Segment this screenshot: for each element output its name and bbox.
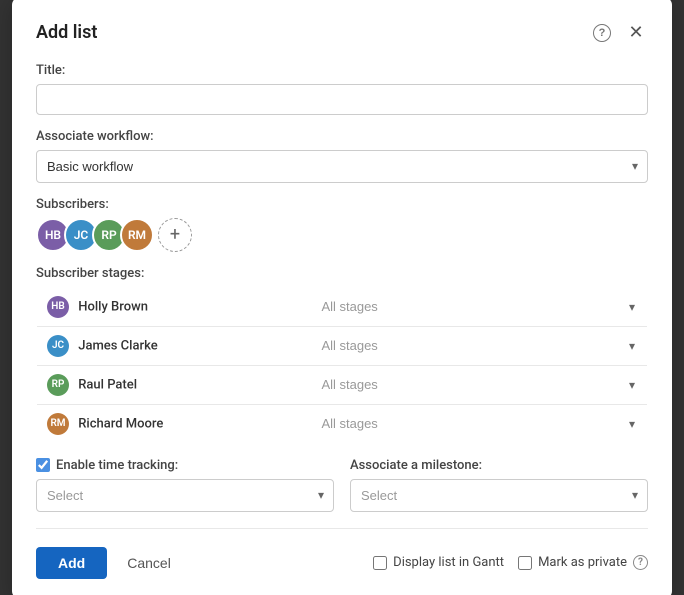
subscribers-label: Subscribers: [36,197,648,212]
time-tracking-text: Enable time tracking: [56,458,178,473]
stage-select-james[interactable]: All stages [321,338,637,353]
subscriber-name-richard: RM Richard Moore [37,404,312,443]
workflow-label: Associate workflow: [36,129,648,144]
display-gantt-checkbox[interactable] [373,556,387,570]
mark-private-help-icon[interactable]: ? [633,555,648,570]
milestone-label: Associate a milestone: [350,458,648,473]
mark-private-option[interactable]: Mark as private ? [518,555,648,570]
subscribers-group: Subscribers: HB JC RP RM + [36,197,648,252]
stage-select-cell-raul: All stages ▾ [311,365,647,404]
subscriber-stages-group: Subscriber stages: HB Holly Brown All st… [36,266,648,444]
stage-avatar-james: JC [47,335,69,357]
time-tracking-label[interactable]: Enable time tracking: [36,458,334,473]
milestone-select[interactable]: Select [350,479,648,512]
title-input[interactable] [36,84,648,115]
stage-select-wrapper-richard: All stages ▾ [321,416,637,432]
stage-avatar-richard: RM [47,413,69,435]
close-icon: ✕ [628,22,643,43]
bottom-row: Enable time tracking: Select ▾ Associate… [36,458,648,512]
footer-left: Add Cancel [36,547,181,579]
modal-footer: Add Cancel Display list in Gantt Mark as… [36,543,648,579]
modal-header: Add list ? ✕ [36,21,648,45]
help-button[interactable]: ? [590,21,614,45]
table-row: HB Holly Brown All stages ▾ [37,287,648,326]
mark-private-checkbox[interactable] [518,556,532,570]
title-label: Title: [36,63,648,78]
subscriber-name-label: Holly Brown [78,299,148,314]
subscriber-stages-table: HB Holly Brown All stages ▾ [36,287,648,444]
modal-header-icons: ? ✕ [590,21,648,45]
subscriber-name-raul: RP Raul Patel [37,365,312,404]
stage-select-cell-holly: All stages ▾ [311,287,647,326]
stage-avatar-holly: HB [47,296,69,318]
stage-avatar-raul: RP [47,374,69,396]
modal-overlay: Add list ? ✕ Title: Associate workflow: … [0,0,684,595]
close-button[interactable]: ✕ [624,21,648,45]
stage-select-richard[interactable]: All stages [321,416,637,431]
workflow-select-wrapper: Basic workflow Standard workflow Custom … [36,150,648,183]
time-tracking-col: Enable time tracking: Select ▾ [36,458,334,512]
stage-select-wrapper-holly: All stages ▾ [321,299,637,315]
milestone-col: Associate a milestone: Select ▾ [350,458,648,512]
display-gantt-label: Display list in Gantt [393,555,504,570]
subscribers-row: HB JC RP RM + [36,218,648,252]
stage-select-cell-james: All stages ▾ [311,326,647,365]
subscriber-stages-label: Subscriber stages: [36,266,648,281]
subscriber-name-label: Raul Patel [78,377,137,392]
time-tracking-checkbox[interactable] [36,458,50,472]
time-tracking-select[interactable]: Select [36,479,334,512]
table-row: RP Raul Patel All stages ▾ [37,365,648,404]
subscriber-name-holly: HB Holly Brown [37,287,312,326]
footer-divider [36,528,648,529]
avatar-richard: RM [120,218,154,252]
stage-select-holly[interactable]: All stages [321,299,637,314]
add-list-modal: Add list ? ✕ Title: Associate workflow: … [12,0,672,595]
mark-private-label: Mark as private [538,555,627,570]
help-icon: ? [593,24,611,42]
stage-select-wrapper-raul: All stages ▾ [321,377,637,393]
add-button[interactable]: Add [36,547,107,579]
workflow-select[interactable]: Basic workflow Standard workflow Custom … [36,150,648,183]
subscriber-name-label: Richard Moore [78,416,163,431]
table-row: RM Richard Moore All stages ▾ [37,404,648,443]
modal-title: Add list [36,22,97,43]
display-gantt-option[interactable]: Display list in Gantt [373,555,504,570]
stage-select-raul[interactable]: All stages [321,377,637,392]
time-tracking-select-wrapper: Select ▾ [36,479,334,512]
add-subscriber-button[interactable]: + [158,218,192,252]
subscriber-name-label: James Clarke [78,338,157,353]
stage-select-wrapper-james: All stages ▾ [321,338,637,354]
subscriber-name-james: JC James Clarke [37,326,312,365]
cancel-button[interactable]: Cancel [117,547,181,579]
workflow-group: Associate workflow: Basic workflow Stand… [36,129,648,183]
stage-select-cell-richard: All stages ▾ [311,404,647,443]
table-row: JC James Clarke All stages ▾ [37,326,648,365]
milestone-select-wrapper: Select ▾ [350,479,648,512]
footer-right: Display list in Gantt Mark as private ? [373,555,648,570]
title-group: Title: [36,63,648,115]
